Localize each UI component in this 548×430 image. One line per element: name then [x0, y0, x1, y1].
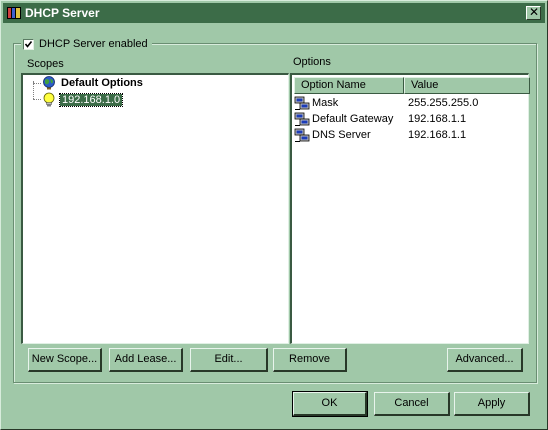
dhcp-enabled-toggle[interactable]: DHCP Server enabled	[21, 36, 152, 52]
column-header-option-name[interactable]: Option Name	[294, 77, 404, 94]
cancel-button[interactable]: Cancel	[374, 392, 450, 416]
title-bar[interactable]: DHCP Server ✕	[3, 3, 545, 23]
new-scope-button[interactable]: New Scope...	[28, 348, 102, 372]
close-icon: ✕	[529, 5, 540, 19]
apply-button[interactable]: Apply	[454, 392, 530, 416]
globe-icon	[43, 76, 55, 90]
tree-item-label: Default Options	[61, 77, 143, 89]
dhcp-enabled-checkbox[interactable]	[23, 38, 34, 50]
close-button[interactable]: ✕	[526, 5, 541, 20]
dhcp-enabled-label: DHCP Server enabled	[39, 38, 148, 50]
option-row-mask[interactable]: Mask 255.255.255.0	[294, 95, 478, 111]
option-value: 255.255.255.0	[408, 97, 479, 109]
tree-connector	[33, 99, 41, 100]
dhcp-app-icon	[7, 7, 21, 19]
tree-item-scope-192-168-1-0[interactable]: 192.168.1.0	[41, 92, 124, 108]
scopes-label: Scopes	[27, 58, 64, 70]
ok-button[interactable]: OK	[292, 391, 368, 417]
options-label: Options	[293, 56, 331, 68]
edit-button[interactable]: Edit...	[190, 348, 268, 372]
dhcp-server-dialog: DHCP Server ✕ DHCP Server enabled Scopes…	[0, 0, 548, 430]
options-list-header: Option Name Value	[294, 77, 530, 94]
options-list[interactable]: Option Name Value Mask 255.255.255.0 Def…	[290, 73, 530, 344]
scopes-tree[interactable]: Default Options 192.168.1.0	[21, 73, 289, 344]
column-header-value[interactable]: Value	[404, 77, 530, 94]
advanced-button[interactable]: Advanced...	[447, 348, 523, 372]
tree-item-default-options[interactable]: Default Options	[41, 75, 143, 91]
tree-connector	[33, 83, 41, 84]
option-row-dns-server[interactable]: DNS Server 192.168.1.1	[294, 127, 466, 143]
option-name: Mask	[312, 97, 339, 109]
option-name: Default Gateway	[312, 113, 394, 125]
option-name: DNS Server	[312, 129, 371, 141]
option-value: 192.168.1.1	[408, 129, 467, 141]
option-row-default-gateway[interactable]: Default Gateway 192.168.1.1	[294, 111, 466, 127]
add-lease-button[interactable]: Add Lease...	[109, 348, 183, 372]
option-value: 192.168.1.1	[408, 113, 467, 125]
network-option-icon	[294, 112, 310, 126]
lightbulb-icon	[43, 92, 55, 107]
window-title: DHCP Server	[25, 6, 100, 20]
network-option-icon	[294, 96, 310, 110]
tree-item-label: 192.168.1.0	[58, 93, 124, 107]
checkmark-icon	[24, 40, 33, 48]
remove-button[interactable]: Remove	[273, 348, 347, 372]
network-option-icon	[294, 128, 310, 142]
